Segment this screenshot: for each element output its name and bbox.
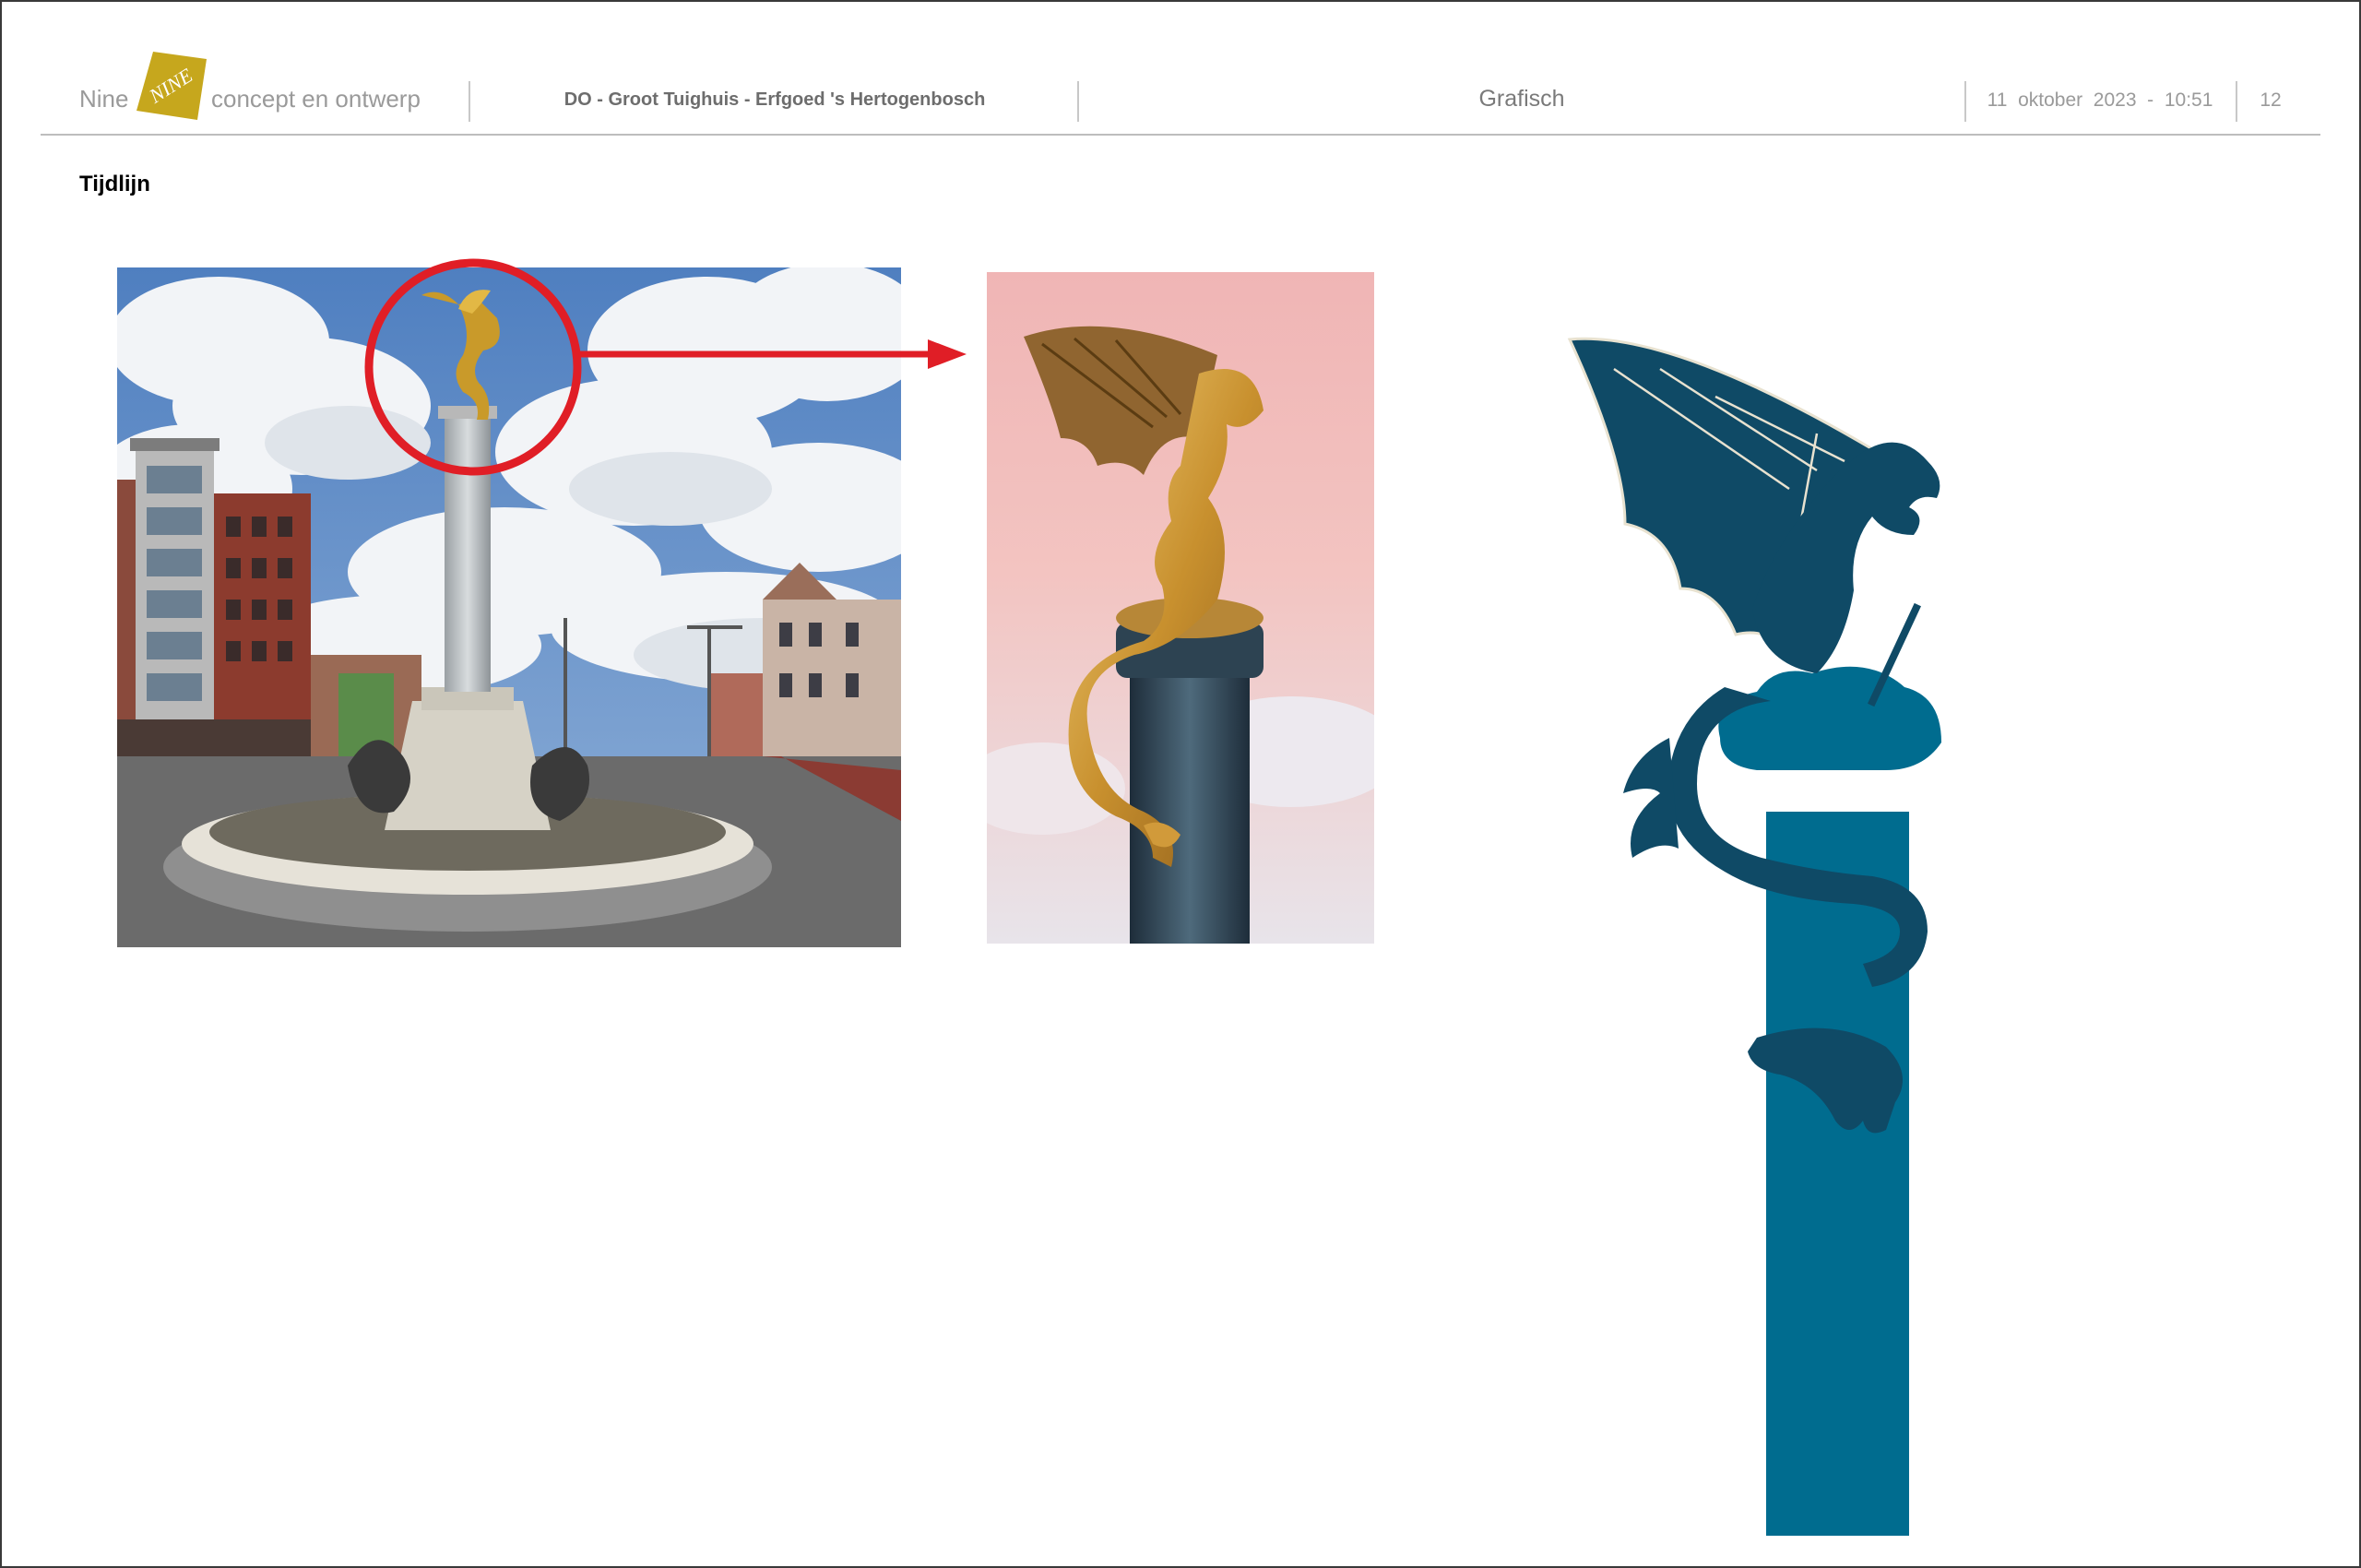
header-divider xyxy=(2236,81,2237,122)
page-number: 12 xyxy=(2260,89,2282,111)
column-capital xyxy=(1718,666,1941,770)
dragon-column-graphic xyxy=(1559,332,2001,1536)
brand-tagline: concept en ontwerp xyxy=(211,85,421,113)
section-title: Grafisch xyxy=(1478,86,1565,112)
brand-logo: NINE xyxy=(136,52,207,120)
column-shaft xyxy=(1766,812,1909,1536)
brand-name: Nine xyxy=(79,85,129,113)
header-rule xyxy=(41,134,2320,136)
page-header: Nine NINE concept en ontwerp DO - Groot … xyxy=(0,0,2361,138)
page-heading: Tijdlijn xyxy=(79,172,150,196)
fountain-photo xyxy=(117,267,901,947)
project-title: DO - Groot Tuighuis - Erfgoed 's Hertoge… xyxy=(564,89,986,110)
date-time: 11 oktober 2023 - 10:51 xyxy=(1987,89,2213,111)
dragon-statue-photo xyxy=(987,272,1374,944)
